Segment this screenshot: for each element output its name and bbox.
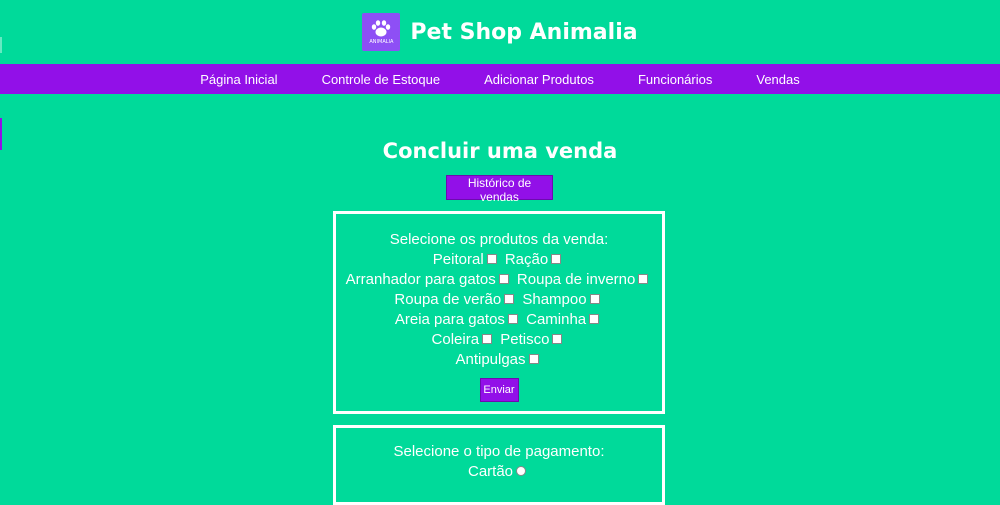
product-row: Arranhador para gatos Roupa de inverno: [336, 270, 662, 290]
product-checkbox-petisco[interactable]: [552, 334, 563, 345]
product-label-roupa-verao: Roupa de verão: [394, 291, 502, 308]
product-row: Peitoral Ração: [336, 250, 662, 270]
product-checkbox-antipulgas[interactable]: [528, 354, 539, 365]
product-row: Areia para gatos Caminha: [336, 310, 662, 330]
product-checkbox-roupa-verao[interactable]: [504, 294, 515, 305]
payment-form: Selecione o tipo de pagamento: Cartão: [333, 425, 665, 505]
product-label-peitoral: Peitoral: [432, 251, 484, 268]
payment-option-row: Cartão: [336, 462, 662, 482]
product-label-arranhador: Arranhador para gatos: [345, 271, 496, 288]
payment-prompt: Selecione o tipo de pagamento:: [393, 443, 605, 460]
product-label-areia: Areia para gatos: [394, 311, 505, 328]
product-checkbox-roupa-inverno[interactable]: [638, 274, 649, 285]
nav-link-sales[interactable]: Vendas: [756, 72, 799, 87]
product-label-petisco: Petisco: [500, 331, 550, 348]
product-checkbox-shampoo[interactable]: [589, 294, 600, 305]
product-checkbox-racao[interactable]: [551, 254, 562, 265]
site-header: ANIMALIA Pet Shop Animalia: [0, 0, 1000, 64]
products-form: Selecione os produtos da venda: Peitoral…: [333, 211, 665, 414]
product-label-shampoo: Shampoo: [522, 291, 587, 308]
nav-link-stock-control[interactable]: Controle de Estoque: [322, 72, 441, 87]
product-checkbox-coleira[interactable]: [482, 334, 493, 345]
product-label-antipulgas: Antipulgas: [455, 351, 526, 368]
product-label-caminha: Caminha: [526, 311, 587, 328]
submit-products-button[interactable]: Enviar: [479, 378, 519, 402]
nav-link-employees[interactable]: Funcionários: [638, 72, 712, 87]
product-row: Antipulgas: [336, 350, 662, 370]
main-nav: Página Inicial Controle de Estoque Adici…: [0, 64, 1000, 94]
logo-text: ANIMALIA: [369, 39, 394, 45]
sales-history-button[interactable]: Histórico de vendas: [446, 175, 553, 204]
product-row: Coleira Petisco: [336, 330, 662, 350]
site-title: Pet Shop Animalia: [410, 19, 638, 45]
products-prompt: Selecione os produtos da venda:: [389, 231, 609, 248]
paw-logo-icon: ANIMALIA: [362, 13, 401, 51]
product-checkbox-caminha[interactable]: [589, 314, 600, 325]
window-edge-marker: [0, 37, 2, 53]
product-checkbox-areia[interactable]: [507, 314, 518, 325]
payment-radio-cartao[interactable]: [516, 466, 527, 477]
page-title: Concluir uma venda: [382, 139, 618, 163]
product-label-coleira: Coleira: [431, 331, 480, 348]
product-checkbox-arranhador[interactable]: [498, 274, 509, 285]
product-label-racao: Ração: [504, 251, 549, 268]
product-row: Roupa de verão Shampoo: [336, 290, 662, 310]
nav-link-home[interactable]: Página Inicial: [200, 72, 277, 87]
product-checkbox-peitoral[interactable]: [486, 254, 497, 265]
product-label-roupa-inverno: Roupa de inverno: [516, 271, 636, 288]
payment-label-cartao: Cartão: [467, 463, 514, 480]
nav-link-add-products[interactable]: Adicionar Produtos: [484, 72, 594, 87]
